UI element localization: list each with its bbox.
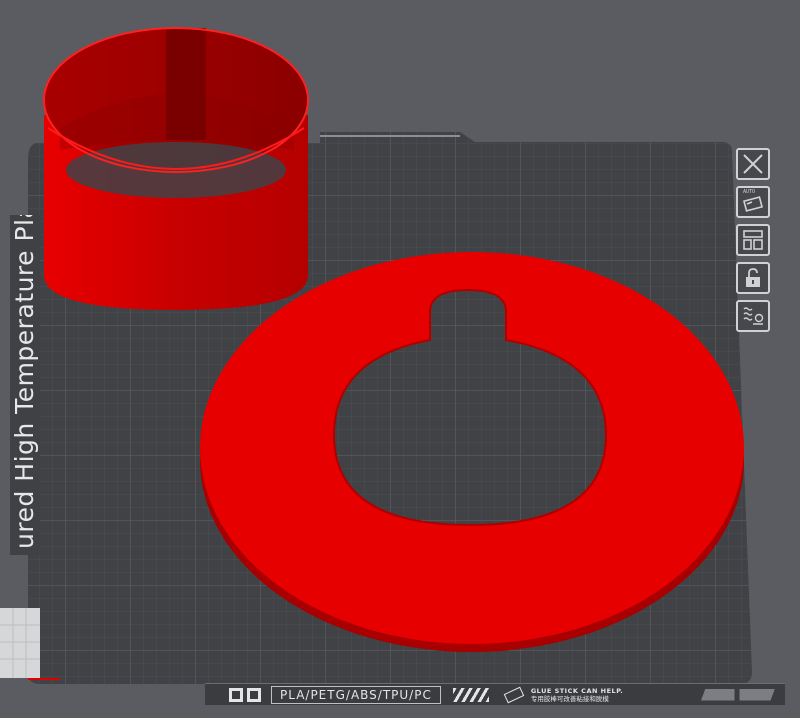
plate-end-marker <box>701 688 775 701</box>
close-icon <box>743 154 763 174</box>
plate-settings-button[interactable] <box>736 300 770 332</box>
hazard-stripes-icon <box>452 687 489 702</box>
plate-info-strip: PLA/PETG/ABS/TPU/PC GLUE STICK CAN HELP.… <box>205 683 785 705</box>
glue-hint-cn: 专用胶棒可改善粘接和脱模 <box>530 694 609 703</box>
delete-plate-button[interactable] <box>736 148 770 180</box>
auto-orient-button[interactable]: AUTO <box>736 186 770 218</box>
3d-viewport[interactable]: ured High Temperature Plate AUTO PLA/PET… <box>0 0 800 714</box>
glue-hint-en: GLUE STICK CAN HELP. <box>530 686 624 695</box>
material-compatibility-label: PLA/PETG/ABS/TPU/PC <box>271 685 441 704</box>
glue-stick-icon <box>503 686 525 703</box>
lock-plate-button[interactable] <box>736 262 770 294</box>
plate-qr-icon <box>229 687 243 702</box>
build-plate-canvas[interactable] <box>0 0 800 714</box>
arrange-button[interactable] <box>736 224 770 256</box>
cylinder-model[interactable] <box>43 27 309 310</box>
plate-nozzle-icon <box>247 687 261 702</box>
unlock-icon <box>746 268 760 287</box>
auto-badge: AUTO <box>743 189 756 195</box>
heat-settings-icon <box>743 307 764 325</box>
glue-hint: GLUE STICK CAN HELP. 专用胶棒可改善粘接和脱模 <box>531 687 623 703</box>
arrange-icon <box>743 230 763 250</box>
plate-type-label: ured High Temperature Plate <box>10 215 40 555</box>
ring-model[interactable] <box>200 252 744 644</box>
plate-toolbar: AUTO <box>736 148 772 332</box>
plate-corner-block <box>0 608 40 678</box>
cylinder-seam <box>166 28 206 140</box>
